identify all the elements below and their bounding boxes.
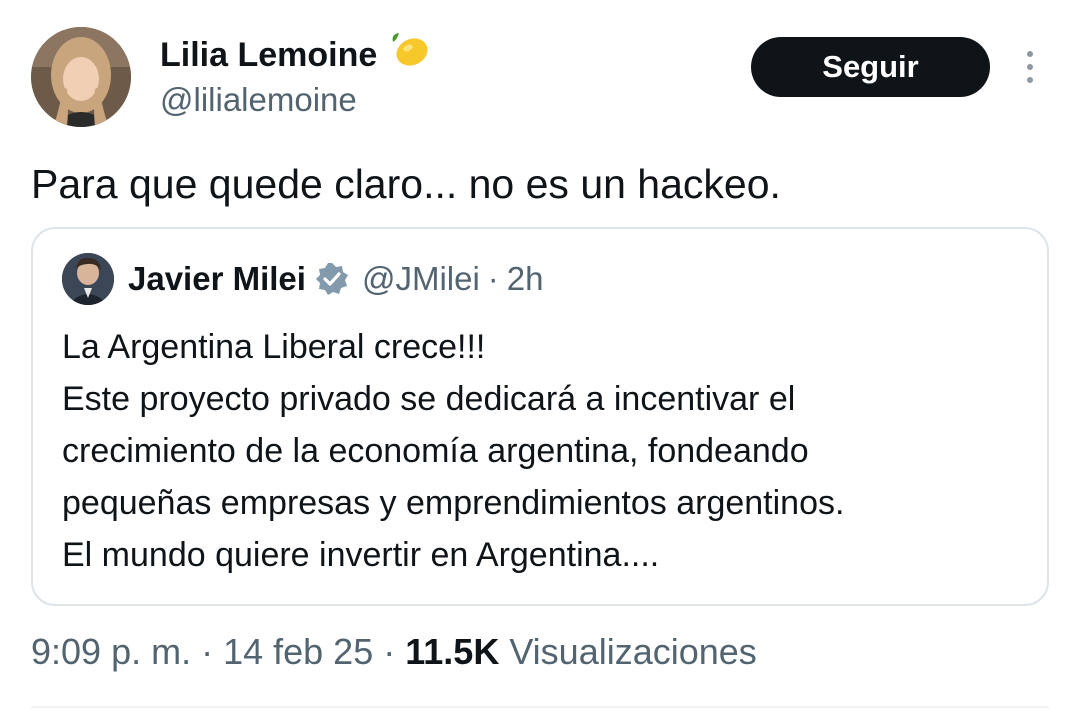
quoted-text-line: El mundo quiere invertir en Argentina...… (62, 536, 660, 574)
quoted-tweet-card[interactable]: Javier Milei @JMilei · 2h La Argentina L… (31, 227, 1049, 606)
quoted-avatar-image (62, 253, 114, 305)
separator-dot: · (191, 631, 224, 672)
separator-dot: · (487, 260, 499, 297)
tweet-time[interactable]: 9:09 p. m. (31, 631, 191, 672)
quoted-tweet-header: Javier Milei @JMilei · 2h (62, 251, 544, 307)
quoted-text-line: La Argentina Liberal crece!!! (62, 328, 486, 366)
lemon-icon (387, 30, 431, 79)
verified-badge-icon (314, 261, 350, 297)
tweet-date[interactable]: 14 feb 25 (223, 631, 373, 672)
views-label: Visualizaciones (499, 631, 757, 672)
tweet-metadata: 9:09 p. m. · 14 feb 25 · 11.5K Visualiza… (31, 628, 757, 676)
quoted-timestamp[interactable]: 2h (507, 260, 544, 298)
author-name[interactable]: Lilia Lemoine (160, 35, 377, 75)
author-avatar-image (31, 27, 131, 127)
more-vertical-icon[interactable] (1020, 47, 1040, 87)
dot (1027, 64, 1033, 70)
follow-button[interactable]: Seguir (751, 37, 990, 97)
quoted-text-line: crecimiento de la economía argentina, fo… (62, 432, 809, 470)
divider (31, 706, 1049, 708)
quoted-text-line: pequeñas empresas y emprendimientos arge… (62, 484, 845, 522)
quoted-author-avatar[interactable] (62, 253, 114, 305)
author-name-row: Lilia Lemoine (160, 30, 431, 79)
dot (1027, 51, 1033, 57)
author-handle[interactable]: @lilialemoine (160, 80, 357, 120)
separator-dot: · (373, 631, 406, 672)
quoted-text-line: Este proyecto privado se dedicará a ince… (62, 380, 796, 418)
views-count[interactable]: 11.5K (405, 631, 499, 672)
quoted-author-name[interactable]: Javier Milei (128, 260, 306, 298)
quoted-tweet-text: La Argentina Liberal crece!!! Este proye… (62, 321, 844, 581)
tweet-text: Para que quede claro... no es un hackeo. (31, 161, 781, 207)
quoted-author-handle[interactable]: @JMilei (362, 260, 480, 298)
dot (1027, 77, 1033, 83)
author-avatar[interactable] (31, 27, 131, 127)
